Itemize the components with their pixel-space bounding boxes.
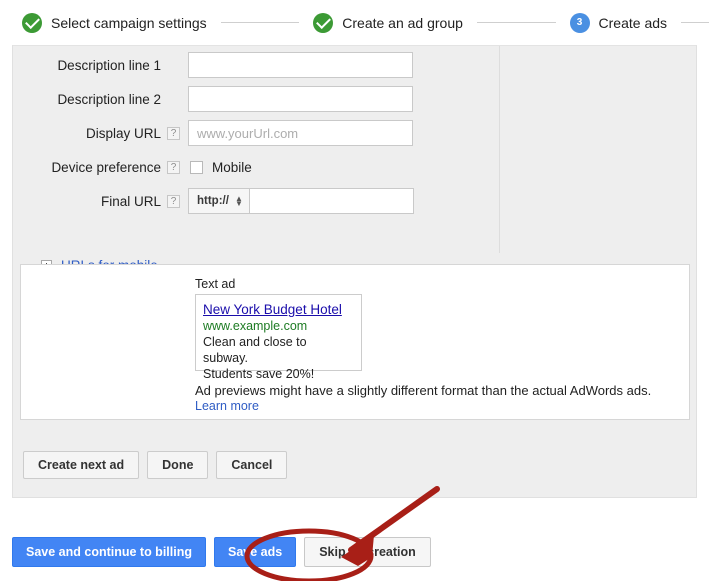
check-circle-icon xyxy=(22,12,42,33)
final-url-input[interactable] xyxy=(248,188,414,214)
panel-action-buttons: Create next ad Done Cancel xyxy=(23,451,295,479)
stepper-step-create-an-ad-group[interactable]: Create an ad group xyxy=(313,12,463,33)
save-and-continue-to-billing-button[interactable]: Save and continue to billing xyxy=(12,537,206,567)
protocol-select[interactable]: http:// ▲ ▼ xyxy=(188,188,249,214)
text-ad-preview: New York Budget Hotel www.example.com Cl… xyxy=(195,294,362,381)
field-label: Final URL xyxy=(100,193,161,209)
field-label: Display URL xyxy=(85,125,161,141)
ad-preview-card: Text ad New York Budget Hotel www.exampl… xyxy=(20,264,690,420)
field-label: Description line 1 xyxy=(57,57,161,73)
ad-description-line-2: Students save 20%! xyxy=(203,367,315,381)
stepper-step-label: Create ads xyxy=(598,14,668,31)
form-row-device-preference: Device preference ? Mobile xyxy=(13,152,696,182)
stepper-step-select-campaign-settings[interactable]: Select campaign settings xyxy=(22,12,207,33)
done-button[interactable]: Done xyxy=(147,451,209,479)
ad-form: Description line 1 ? Description line 2 … xyxy=(13,50,696,220)
learn-more-link[interactable]: Learn more xyxy=(195,399,259,413)
display-url-input[interactable] xyxy=(188,120,413,146)
ad-description-line-1: Clean and close to subway. xyxy=(203,335,307,365)
form-row-description-line-1: Description line 1 ? xyxy=(13,50,696,80)
field-label: Description line 2 xyxy=(57,91,161,107)
create-next-ad-button[interactable]: Create next ad xyxy=(23,451,140,479)
check-circle-icon xyxy=(313,12,334,33)
stepper-step-label: Select campaign settings xyxy=(51,14,207,31)
mobile-checkbox-label: Mobile xyxy=(212,159,252,175)
bottom-action-bar: Save and continue to billing Save ads Sk… xyxy=(12,537,431,567)
mobile-checkbox[interactable] xyxy=(190,160,203,174)
preview-title: Text ad xyxy=(195,277,236,291)
form-row-display-url: Display URL ? xyxy=(13,118,696,148)
field-label: Device preference xyxy=(51,159,161,175)
ad-headline[interactable]: New York Budget Hotel xyxy=(203,301,354,318)
help-icon-display-url[interactable]: ? xyxy=(167,126,180,140)
form-row-final-url: Final URL ? http:// ▲ ▼ xyxy=(13,186,696,216)
help-icon-device-preference[interactable]: ? xyxy=(167,160,180,174)
progress-stepper: Select campaign settings Create an ad gr… xyxy=(0,0,709,45)
preview-disclaimer: Ad previews might have a slightly differ… xyxy=(195,383,652,398)
mobile-checkbox-group[interactable]: Mobile xyxy=(190,160,252,175)
stepper-connector-3 xyxy=(681,22,709,23)
skip-ad-creation-button[interactable]: Skip ad creation xyxy=(304,537,431,567)
description-line-2-input[interactable] xyxy=(188,86,413,112)
create-ads-panel: Description line 1 ? Description line 2 … xyxy=(12,45,697,498)
stepper-connector-2 xyxy=(476,22,556,23)
ad-display-url: www.example.com xyxy=(203,319,308,333)
help-icon-final-url[interactable]: ? xyxy=(167,194,180,208)
description-line-1-input[interactable] xyxy=(188,52,413,78)
updown-arrows-icon: ▲ ▼ xyxy=(234,194,243,208)
step-number-badge: 3 xyxy=(569,12,590,33)
stepper-connector-1 xyxy=(220,22,300,23)
cancel-button[interactable]: Cancel xyxy=(216,451,288,479)
form-row-description-line-2: Description line 2 ? xyxy=(13,84,696,114)
stepper-step-create-ads[interactable]: 3 Create ads xyxy=(569,12,668,33)
stepper-step-label: Create an ad group xyxy=(342,14,463,31)
protocol-value: http:// xyxy=(197,195,229,207)
save-ads-button[interactable]: Save ads xyxy=(214,537,297,567)
